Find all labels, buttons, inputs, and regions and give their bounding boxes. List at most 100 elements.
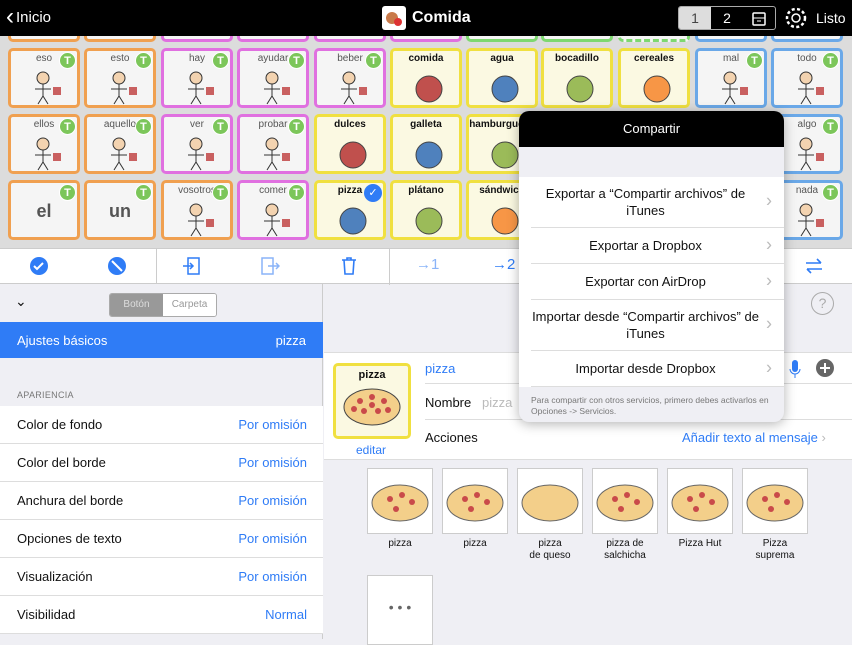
grid-cell[interactable]: esto T [84, 48, 156, 108]
share-option[interactable]: Exportar con AirDrop [531, 264, 784, 300]
gallery-image[interactable]: Pizza Hut [667, 468, 733, 550]
text-badge-icon: T [212, 184, 229, 201]
segment-button[interactable]: Botón [110, 294, 163, 316]
grid-cell[interactable]: comer T [237, 180, 309, 240]
grid-cell[interactable]: dulces [314, 114, 386, 174]
grid-cell-partial[interactable] [8, 36, 80, 42]
more-images-button[interactable]: • • • [367, 575, 433, 645]
share-option[interactable]: Exportar a Dropbox [531, 228, 784, 264]
eye-icon [188, 137, 214, 171]
gallery-image[interactable]: pizza [367, 468, 433, 550]
pizza-image-icon [596, 484, 654, 522]
helping-icon [264, 71, 290, 105]
grid-cell[interactable]: eso T [8, 48, 80, 108]
grid-cell[interactable]: plátano [390, 180, 462, 240]
grid-cell[interactable]: aquello T [84, 114, 156, 174]
share-option[interactable]: Importar desde Dropbox [531, 351, 784, 387]
cookie-icon [415, 141, 443, 169]
grid-cell[interactable]: cereales [618, 48, 690, 108]
share-option[interactable]: Importar desde “Compartir archivos” de i… [531, 300, 784, 351]
settings-panel: ⌄ Botón Carpeta Ajustes básicos pizza APA… [0, 284, 323, 639]
gallery-image[interactable]: Pizza suprema [742, 468, 808, 562]
text-badge-icon: T [135, 184, 152, 201]
grid-cell[interactable]: el T [8, 180, 80, 240]
setting-row[interactable]: Visibilidad Normal [0, 596, 323, 634]
grid-cell-partial[interactable] [541, 36, 613, 42]
shapes-icon [188, 71, 214, 105]
gallery-image[interactable]: pizza [442, 468, 508, 550]
microphone-icon[interactable] [788, 359, 802, 379]
cell-label: agua [490, 53, 514, 64]
grid-cell-partial[interactable] [771, 36, 843, 42]
select-all-icon[interactable] [29, 256, 49, 276]
basic-settings-row[interactable]: Ajustes básicos pizza [0, 322, 323, 358]
grid-cell-partial[interactable] [466, 36, 538, 42]
checkmark-icon: ✓ [364, 184, 382, 202]
setting-row[interactable]: Color del borde Por omisión [0, 444, 323, 482]
collapse-chevron-icon[interactable]: ⌄ [15, 293, 27, 310]
gear-icon[interactable] [783, 5, 809, 31]
done-button[interactable]: Listo [816, 10, 846, 26]
banana-icon [415, 207, 443, 235]
archive-button[interactable] [743, 7, 775, 29]
chevron-right-icon: › [821, 430, 826, 445]
gallery-image[interactable]: pizza de salchicha [592, 468, 658, 562]
import-icon[interactable] [182, 256, 202, 276]
grid-cell[interactable]: agua [466, 48, 538, 108]
swap-icon[interactable] [804, 256, 824, 276]
edit-image-link[interactable]: editar [356, 443, 386, 457]
grid-cell-partial[interactable] [314, 36, 386, 42]
trash-icon[interactable] [339, 256, 359, 276]
page-title: Comida [382, 6, 471, 30]
grid-cell[interactable]: bocadillo [541, 48, 613, 108]
grid-cell-partial[interactable] [161, 36, 233, 42]
text-badge-icon: T [135, 118, 152, 135]
setting-row[interactable]: Visualización Por omisión [0, 558, 323, 596]
page-1-button[interactable]: 1 [679, 7, 711, 29]
cereal-icon [643, 75, 671, 103]
setting-row[interactable]: Color de fondo Por omisión [0, 406, 323, 444]
person-tasting-icon [264, 137, 290, 171]
grid-cell[interactable]: pizza ✓ [314, 180, 386, 240]
grid-cell-partial[interactable] [618, 36, 690, 42]
grid-cell[interactable]: probar T [237, 114, 309, 174]
water-bottle-icon [491, 75, 519, 103]
setting-row[interactable]: Opciones de texto Por omisión [0, 520, 323, 558]
gallery-image[interactable]: pizza de queso [517, 468, 583, 562]
grid-cell[interactable]: galleta [390, 114, 462, 174]
button-preview[interactable]: pizza [333, 363, 411, 439]
top-bar: ‹ Inicio Comida 1 2 Listo [0, 0, 852, 36]
grid-cell[interactable]: vosotros T [161, 180, 233, 240]
grid-cell[interactable]: mal T [695, 48, 767, 108]
grid-cell[interactable]: beber T [314, 48, 386, 108]
text-badge-icon: T [822, 118, 839, 135]
actions-value[interactable]: Añadir texto al mensaje › [682, 430, 826, 445]
grid-cell[interactable]: hay T [161, 48, 233, 108]
setting-row[interactable]: Anchura del borde Por omisión [0, 482, 323, 520]
grid-cell-partial[interactable] [695, 36, 767, 42]
grid-cell-partial[interactable] [84, 36, 156, 42]
move-to-page-2-button[interactable]: →2 [492, 256, 515, 273]
deselect-icon[interactable] [107, 256, 127, 276]
grid-cell-partial[interactable] [390, 36, 462, 42]
back-button[interactable]: ‹ Inicio [6, 5, 51, 29]
share-option[interactable]: Exportar a “Compartir archivos” de iTune… [531, 177, 784, 228]
help-icon[interactable]: ? [811, 292, 834, 315]
message-field[interactable]: pizza [425, 361, 455, 376]
grid-cell[interactable]: ayudar T [237, 48, 309, 108]
grid-cell[interactable]: ellos T [8, 114, 80, 174]
segment-folder[interactable]: Carpeta [163, 294, 216, 316]
page-2-button[interactable]: 2 [711, 7, 743, 29]
grid-cell[interactable]: un T [84, 180, 156, 240]
food-logo-icon [382, 6, 406, 30]
name-field[interactable]: pizza [482, 395, 512, 410]
sandwich-icon [566, 75, 594, 103]
move-to-page-1-button[interactable]: →1 [416, 256, 439, 273]
add-speech-icon[interactable] [814, 358, 836, 380]
grid-cell-partial[interactable] [237, 36, 309, 42]
grid-cell[interactable]: ver T [161, 114, 233, 174]
grid-cell[interactable]: comida [390, 48, 462, 108]
pizza-icon [343, 388, 401, 426]
export-icon[interactable] [260, 256, 280, 276]
grid-cell[interactable]: todo T [771, 48, 843, 108]
